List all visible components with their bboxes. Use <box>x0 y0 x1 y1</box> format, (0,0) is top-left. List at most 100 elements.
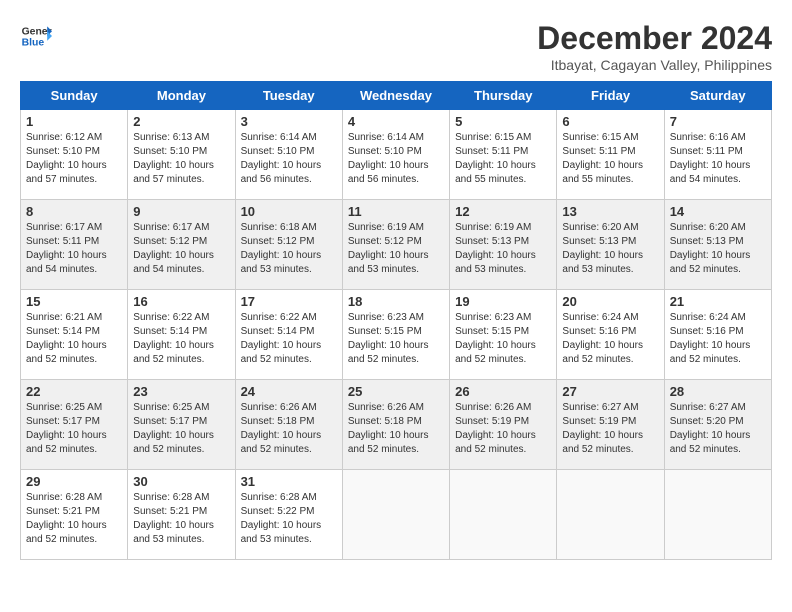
week-row-3: 15 Sunrise: 6:21 AM Sunset: 5:14 PM Dayl… <box>21 290 772 380</box>
week-row-1: 1 Sunrise: 6:12 AM Sunset: 5:10 PM Dayli… <box>21 110 772 200</box>
day-info: Sunrise: 6:25 AM Sunset: 5:17 PM Dayligh… <box>26 401 122 457</box>
column-header-friday: Friday <box>557 82 664 110</box>
day-info: Sunrise: 6:22 AM Sunset: 5:14 PM Dayligh… <box>241 311 337 367</box>
day-info: Sunrise: 6:15 AM Sunset: 5:11 PM Dayligh… <box>455 131 551 187</box>
day-cell: 28 Sunrise: 6:27 AM Sunset: 5:20 PM Dayl… <box>664 380 771 470</box>
day-number: 30 <box>133 474 229 489</box>
day-number: 5 <box>455 114 551 129</box>
day-cell: 6 Sunrise: 6:15 AM Sunset: 5:11 PM Dayli… <box>557 110 664 200</box>
day-info: Sunrise: 6:15 AM Sunset: 5:11 PM Dayligh… <box>562 131 658 187</box>
day-number: 22 <box>26 384 122 399</box>
day-cell: 8 Sunrise: 6:17 AM Sunset: 5:11 PM Dayli… <box>21 200 128 290</box>
header: General Blue December 2024 Itbayat, Caga… <box>20 20 772 73</box>
day-info: Sunrise: 6:17 AM Sunset: 5:11 PM Dayligh… <box>26 221 122 277</box>
day-cell <box>664 470 771 560</box>
day-number: 26 <box>455 384 551 399</box>
day-number: 2 <box>133 114 229 129</box>
day-number: 31 <box>241 474 337 489</box>
day-cell: 22 Sunrise: 6:25 AM Sunset: 5:17 PM Dayl… <box>21 380 128 470</box>
day-cell: 7 Sunrise: 6:16 AM Sunset: 5:11 PM Dayli… <box>664 110 771 200</box>
day-number: 6 <box>562 114 658 129</box>
day-number: 7 <box>670 114 766 129</box>
column-header-monday: Monday <box>128 82 235 110</box>
day-info: Sunrise: 6:28 AM Sunset: 5:21 PM Dayligh… <box>133 491 229 547</box>
day-number: 8 <box>26 204 122 219</box>
day-info: Sunrise: 6:19 AM Sunset: 5:13 PM Dayligh… <box>455 221 551 277</box>
day-cell: 3 Sunrise: 6:14 AM Sunset: 5:10 PM Dayli… <box>235 110 342 200</box>
day-info: Sunrise: 6:24 AM Sunset: 5:16 PM Dayligh… <box>562 311 658 367</box>
day-cell: 1 Sunrise: 6:12 AM Sunset: 5:10 PM Dayli… <box>21 110 128 200</box>
day-cell: 12 Sunrise: 6:19 AM Sunset: 5:13 PM Dayl… <box>450 200 557 290</box>
column-header-thursday: Thursday <box>450 82 557 110</box>
day-cell: 17 Sunrise: 6:22 AM Sunset: 5:14 PM Dayl… <box>235 290 342 380</box>
day-info: Sunrise: 6:17 AM Sunset: 5:12 PM Dayligh… <box>133 221 229 277</box>
day-info: Sunrise: 6:27 AM Sunset: 5:20 PM Dayligh… <box>670 401 766 457</box>
day-cell: 16 Sunrise: 6:22 AM Sunset: 5:14 PM Dayl… <box>128 290 235 380</box>
day-number: 15 <box>26 294 122 309</box>
title-area: December 2024 Itbayat, Cagayan Valley, P… <box>537 20 772 73</box>
day-number: 27 <box>562 384 658 399</box>
day-info: Sunrise: 6:28 AM Sunset: 5:21 PM Dayligh… <box>26 491 122 547</box>
day-info: Sunrise: 6:23 AM Sunset: 5:15 PM Dayligh… <box>455 311 551 367</box>
day-number: 19 <box>455 294 551 309</box>
day-info: Sunrise: 6:16 AM Sunset: 5:11 PM Dayligh… <box>670 131 766 187</box>
day-number: 17 <box>241 294 337 309</box>
day-cell: 14 Sunrise: 6:20 AM Sunset: 5:13 PM Dayl… <box>664 200 771 290</box>
day-number: 23 <box>133 384 229 399</box>
day-number: 9 <box>133 204 229 219</box>
day-number: 29 <box>26 474 122 489</box>
day-info: Sunrise: 6:14 AM Sunset: 5:10 PM Dayligh… <box>348 131 444 187</box>
calendar-table: SundayMondayTuesdayWednesdayThursdayFrid… <box>20 81 772 560</box>
day-info: Sunrise: 6:22 AM Sunset: 5:14 PM Dayligh… <box>133 311 229 367</box>
main-title: December 2024 <box>537 20 772 57</box>
column-header-wednesday: Wednesday <box>342 82 449 110</box>
day-number: 28 <box>670 384 766 399</box>
day-number: 12 <box>455 204 551 219</box>
day-cell: 20 Sunrise: 6:24 AM Sunset: 5:16 PM Dayl… <box>557 290 664 380</box>
day-number: 20 <box>562 294 658 309</box>
day-info: Sunrise: 6:20 AM Sunset: 5:13 PM Dayligh… <box>670 221 766 277</box>
day-number: 16 <box>133 294 229 309</box>
day-info: Sunrise: 6:19 AM Sunset: 5:12 PM Dayligh… <box>348 221 444 277</box>
day-number: 14 <box>670 204 766 219</box>
day-number: 4 <box>348 114 444 129</box>
subtitle: Itbayat, Cagayan Valley, Philippines <box>537 57 772 73</box>
day-cell: 23 Sunrise: 6:25 AM Sunset: 5:17 PM Dayl… <box>128 380 235 470</box>
day-cell: 21 Sunrise: 6:24 AM Sunset: 5:16 PM Dayl… <box>664 290 771 380</box>
day-number: 11 <box>348 204 444 219</box>
day-cell: 11 Sunrise: 6:19 AM Sunset: 5:12 PM Dayl… <box>342 200 449 290</box>
day-info: Sunrise: 6:26 AM Sunset: 5:19 PM Dayligh… <box>455 401 551 457</box>
day-info: Sunrise: 6:26 AM Sunset: 5:18 PM Dayligh… <box>348 401 444 457</box>
day-cell: 26 Sunrise: 6:26 AM Sunset: 5:19 PM Dayl… <box>450 380 557 470</box>
day-number: 21 <box>670 294 766 309</box>
day-cell: 4 Sunrise: 6:14 AM Sunset: 5:10 PM Dayli… <box>342 110 449 200</box>
day-number: 10 <box>241 204 337 219</box>
svg-text:Blue: Blue <box>22 38 45 49</box>
day-cell: 15 Sunrise: 6:21 AM Sunset: 5:14 PM Dayl… <box>21 290 128 380</box>
day-cell: 19 Sunrise: 6:23 AM Sunset: 5:15 PM Dayl… <box>450 290 557 380</box>
day-cell: 2 Sunrise: 6:13 AM Sunset: 5:10 PM Dayli… <box>128 110 235 200</box>
day-number: 3 <box>241 114 337 129</box>
day-cell: 18 Sunrise: 6:23 AM Sunset: 5:15 PM Dayl… <box>342 290 449 380</box>
day-cell: 5 Sunrise: 6:15 AM Sunset: 5:11 PM Dayli… <box>450 110 557 200</box>
day-info: Sunrise: 6:13 AM Sunset: 5:10 PM Dayligh… <box>133 131 229 187</box>
day-cell: 27 Sunrise: 6:27 AM Sunset: 5:19 PM Dayl… <box>557 380 664 470</box>
day-cell: 30 Sunrise: 6:28 AM Sunset: 5:21 PM Dayl… <box>128 470 235 560</box>
day-info: Sunrise: 6:26 AM Sunset: 5:18 PM Dayligh… <box>241 401 337 457</box>
logo: General Blue <box>20 20 52 52</box>
day-info: Sunrise: 6:18 AM Sunset: 5:12 PM Dayligh… <box>241 221 337 277</box>
day-number: 1 <box>26 114 122 129</box>
header-row: SundayMondayTuesdayWednesdayThursdayFrid… <box>21 82 772 110</box>
day-info: Sunrise: 6:14 AM Sunset: 5:10 PM Dayligh… <box>241 131 337 187</box>
day-cell: 13 Sunrise: 6:20 AM Sunset: 5:13 PM Dayl… <box>557 200 664 290</box>
day-number: 13 <box>562 204 658 219</box>
day-info: Sunrise: 6:28 AM Sunset: 5:22 PM Dayligh… <box>241 491 337 547</box>
day-info: Sunrise: 6:20 AM Sunset: 5:13 PM Dayligh… <box>562 221 658 277</box>
day-info: Sunrise: 6:27 AM Sunset: 5:19 PM Dayligh… <box>562 401 658 457</box>
column-header-tuesday: Tuesday <box>235 82 342 110</box>
day-info: Sunrise: 6:24 AM Sunset: 5:16 PM Dayligh… <box>670 311 766 367</box>
day-number: 18 <box>348 294 444 309</box>
day-cell: 25 Sunrise: 6:26 AM Sunset: 5:18 PM Dayl… <box>342 380 449 470</box>
day-cell <box>557 470 664 560</box>
column-header-sunday: Sunday <box>21 82 128 110</box>
